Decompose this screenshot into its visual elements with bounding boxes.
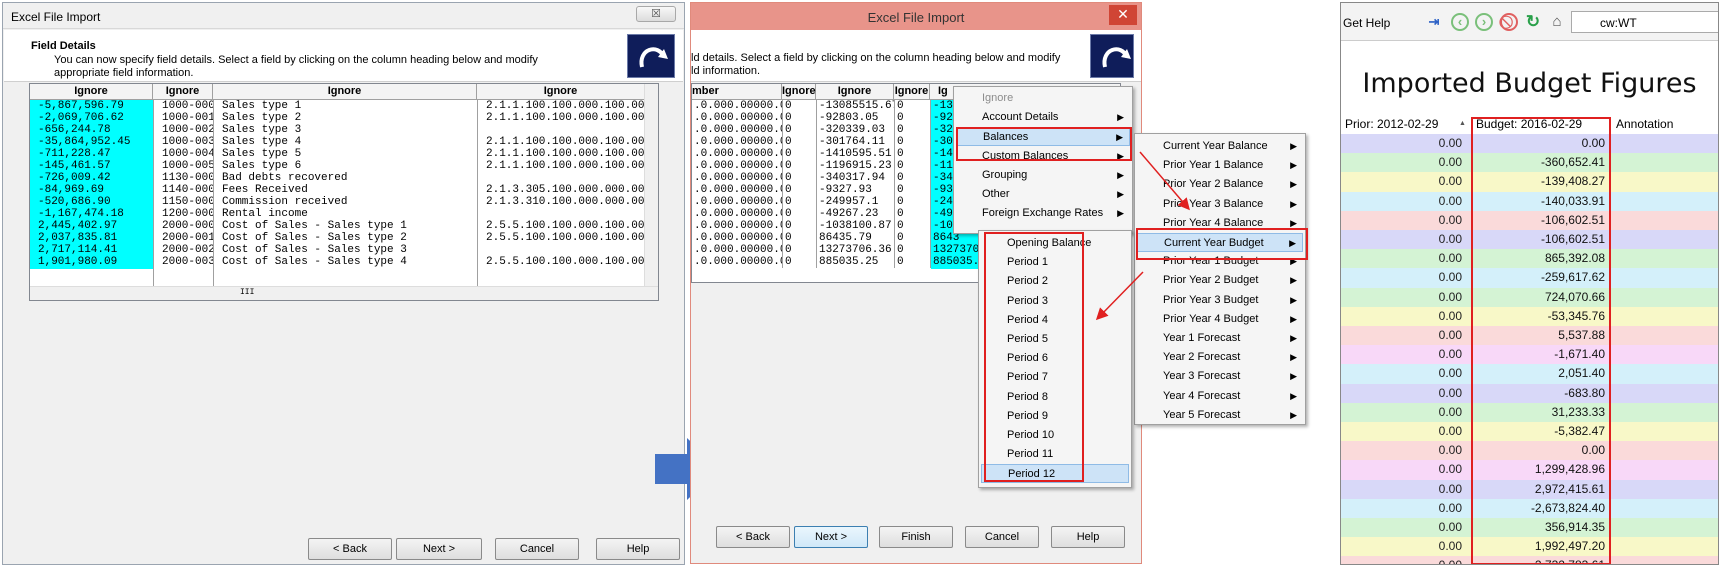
- prior-value: 0.00: [1438, 366, 1462, 381]
- prior-value: 0.00: [1438, 424, 1462, 438]
- budget-row: 0.00 -106,602.51: [1341, 210, 1718, 230]
- home-icon[interactable]: ⌂: [1548, 13, 1566, 31]
- prior-value: 0.00: [1438, 404, 1462, 419]
- budget-value: -360,652.41: [1540, 155, 1605, 170]
- budget-row: 0.00 356,914.35: [1341, 518, 1718, 538]
- prior-value: 0.00: [1438, 347, 1462, 362]
- budget-row: 0.00 -1,671.40: [1341, 345, 1718, 365]
- column-annotation[interactable]: Annotation: [1616, 113, 1673, 135]
- budget-value: -5,382.47: [1554, 424, 1605, 438]
- budget-value: 1,299,428.96: [1534, 462, 1605, 477]
- jump-icon[interactable]: ⇥: [1425, 13, 1443, 31]
- budget-value: -139,408.27: [1540, 174, 1605, 189]
- budget-value: 1,992,497.20: [1534, 539, 1605, 554]
- budget-row: 0.00 -259,617.62: [1341, 268, 1718, 288]
- budget-panel: Get Help ⇥ ‹ › ⃠ ↻ ⌂ cw:WT Imported Budg…: [1340, 2, 1719, 565]
- prior-value: 0.00: [1438, 308, 1462, 323]
- budget-value: -106,602.51: [1540, 212, 1605, 227]
- sort-icon[interactable]: ▲: [1459, 120, 1466, 127]
- budget-row: 0.00 724,070.66: [1341, 287, 1718, 307]
- budget-row: 0.00 865,392.08: [1341, 249, 1718, 269]
- budget-value: -53,345.76: [1547, 308, 1605, 323]
- budget-value: 356,914.35: [1544, 520, 1605, 534]
- location-input[interactable]: cw:WT: [1571, 11, 1718, 33]
- prior-value: 0.00: [1438, 212, 1462, 227]
- prior-value: 0.00: [1438, 462, 1462, 477]
- prior-value: 0.00: [1438, 193, 1462, 208]
- prior-value: 0.00: [1438, 155, 1462, 170]
- budget-row: 0.00 0.00: [1341, 441, 1718, 461]
- budget-value: -1,671.40: [1554, 347, 1605, 362]
- budget-row: 0.00 -53,345.76: [1341, 306, 1718, 326]
- back-icon[interactable]: ‹: [1451, 13, 1469, 31]
- prior-value: 0.00: [1438, 481, 1462, 496]
- prior-value: 0.00: [1438, 289, 1462, 304]
- prior-value: 0.00: [1438, 174, 1462, 189]
- prior-value: 0.00: [1438, 520, 1462, 534]
- prior-value: 0.00: [1438, 443, 1462, 458]
- get-help-link[interactable]: Get Help: [1343, 16, 1390, 30]
- budget-row: 0.00 -5,382.47: [1341, 422, 1718, 442]
- budget-value: -2,673,824.40: [1530, 500, 1605, 515]
- column-prior[interactable]: Prior: 2012-02-29: [1345, 113, 1438, 135]
- prior-value: 0.00: [1438, 539, 1462, 554]
- budget-value: -683.80: [1564, 385, 1605, 400]
- stop-icon[interactable]: ⃠: [1500, 13, 1518, 31]
- prior-value: 0.00: [1438, 500, 1462, 515]
- budget-row: 0.00 -2,732,783.61: [1341, 556, 1718, 564]
- budget-row: 0.00 -139,408.27: [1341, 172, 1718, 192]
- budget-value: 0.00: [1581, 443, 1605, 458]
- budget-row: 0.00 0.00: [1341, 134, 1718, 154]
- toolbar: Get Help ⇥ ‹ › ⃠ ↻ ⌂ cw:WT: [1341, 3, 1718, 41]
- budget-row: 0.00 -2,673,824.40: [1341, 498, 1718, 518]
- budget-row: 0.00 1,299,428.96: [1341, 460, 1718, 480]
- budget-row: 0.00 -683.80: [1341, 383, 1718, 403]
- budget-row: 0.00 -360,652.41: [1341, 153, 1718, 173]
- budget-value: -140,033.91: [1540, 193, 1605, 208]
- budget-value: 31,233.33: [1551, 404, 1605, 419]
- prior-value: 0.00: [1438, 232, 1462, 246]
- forward-icon[interactable]: ›: [1475, 13, 1493, 31]
- budget-value: 724,070.66: [1544, 289, 1605, 304]
- budget-rows: 0.00 0.00 0.00 -360,652.41 0.00 -139,408.27 0.…: [1341, 134, 1718, 564]
- prior-value: 0.00: [1341, 556, 1468, 564]
- prior-value: 0.00: [1438, 270, 1462, 285]
- prior-value: 0.00: [1438, 136, 1462, 150]
- prior-value: 0.00: [1438, 251, 1462, 266]
- budget-row: 0.00 1,992,497.20: [1341, 537, 1718, 557]
- budget-row: 0.00 -140,033.91: [1341, 191, 1718, 211]
- budget-row: 0.00 31,233.33: [1341, 402, 1718, 422]
- budget-row: 0.00 -106,602.51: [1341, 230, 1718, 250]
- budget-value: -106,602.51: [1540, 232, 1605, 246]
- budget-value: 865,392.08: [1544, 251, 1605, 266]
- budget-value: -259,617.62: [1540, 270, 1605, 285]
- budget-value: -2,732,783.61: [1472, 556, 1611, 564]
- refresh-icon[interactable]: ↻: [1524, 13, 1542, 31]
- budget-row: 0.00 2,972,415.61: [1341, 479, 1718, 499]
- page-heading: Imported Budget Figures: [1362, 68, 1697, 99]
- prior-value: 0.00: [1438, 328, 1462, 342]
- prior-value: 0.00: [1438, 385, 1462, 400]
- budget-value: 5,537.88: [1558, 328, 1605, 342]
- location-input-value: cw:WT: [1600, 16, 1637, 30]
- budget-value: 2,972,415.61: [1534, 481, 1605, 496]
- budget-value: 0.00: [1581, 136, 1605, 150]
- column-budget[interactable]: Budget: 2016-02-29: [1476, 113, 1582, 135]
- budget-row: 0.00 5,537.88: [1341, 326, 1718, 346]
- budget-value: 2,051.40: [1558, 366, 1605, 381]
- budget-row: 0.00 2,051.40: [1341, 364, 1718, 384]
